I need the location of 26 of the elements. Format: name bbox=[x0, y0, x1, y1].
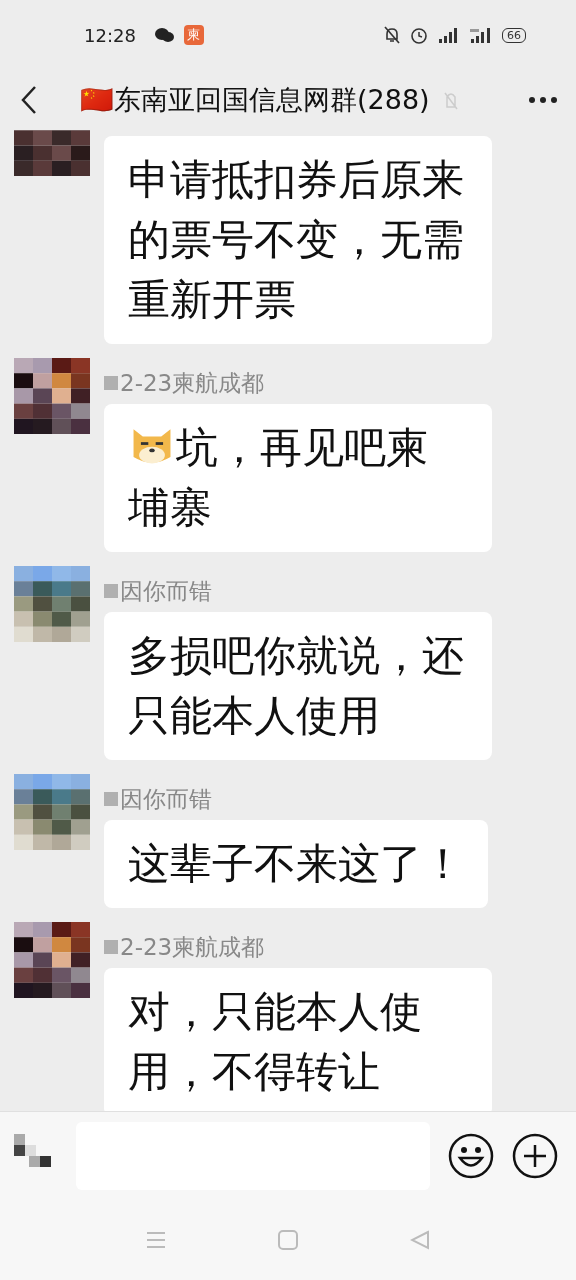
message-bubble: 这辈子不来这了！ bbox=[104, 820, 488, 908]
sender-name: 因你而错 bbox=[120, 577, 212, 606]
blurred-mark-icon bbox=[104, 584, 118, 598]
battery-level: 66 bbox=[502, 27, 526, 43]
message-bubble: 对，只能本人使用，不得转让 bbox=[104, 968, 492, 1111]
message-bubble: 申请抵扣券后原来的票号不变，无需重新开票 bbox=[104, 136, 492, 344]
sender-name: 因你而错 bbox=[120, 785, 212, 814]
message-bubble: 多损吧你就说，还只能本人使用 bbox=[104, 612, 492, 760]
app-badge: 柬 bbox=[183, 25, 204, 45]
plus-icon[interactable] bbox=[512, 1133, 558, 1179]
status-time: 12:28 bbox=[84, 24, 136, 46]
sender-name: 2-23柬航成都 bbox=[120, 369, 265, 398]
blurred-mark-icon bbox=[104, 792, 118, 806]
sender-name: 2-23柬航成都 bbox=[120, 933, 265, 962]
smiley-icon[interactable] bbox=[448, 1133, 494, 1179]
signal-4g-icon bbox=[468, 27, 492, 43]
back-icon[interactable] bbox=[20, 85, 38, 115]
more-icon[interactable] bbox=[528, 96, 558, 104]
chat-title: 🇨🇳东南亚回国信息网群(288) bbox=[80, 83, 430, 117]
chat-bubbles-icon bbox=[153, 27, 174, 43]
message-bubble: 坑，再见吧柬埔寨 bbox=[104, 404, 492, 552]
blurred-mark-icon bbox=[104, 376, 118, 390]
signal-icon bbox=[438, 27, 458, 43]
alarm-icon bbox=[410, 26, 428, 44]
blurred-mark-icon bbox=[104, 940, 118, 954]
bell-off-icon bbox=[384, 26, 400, 44]
